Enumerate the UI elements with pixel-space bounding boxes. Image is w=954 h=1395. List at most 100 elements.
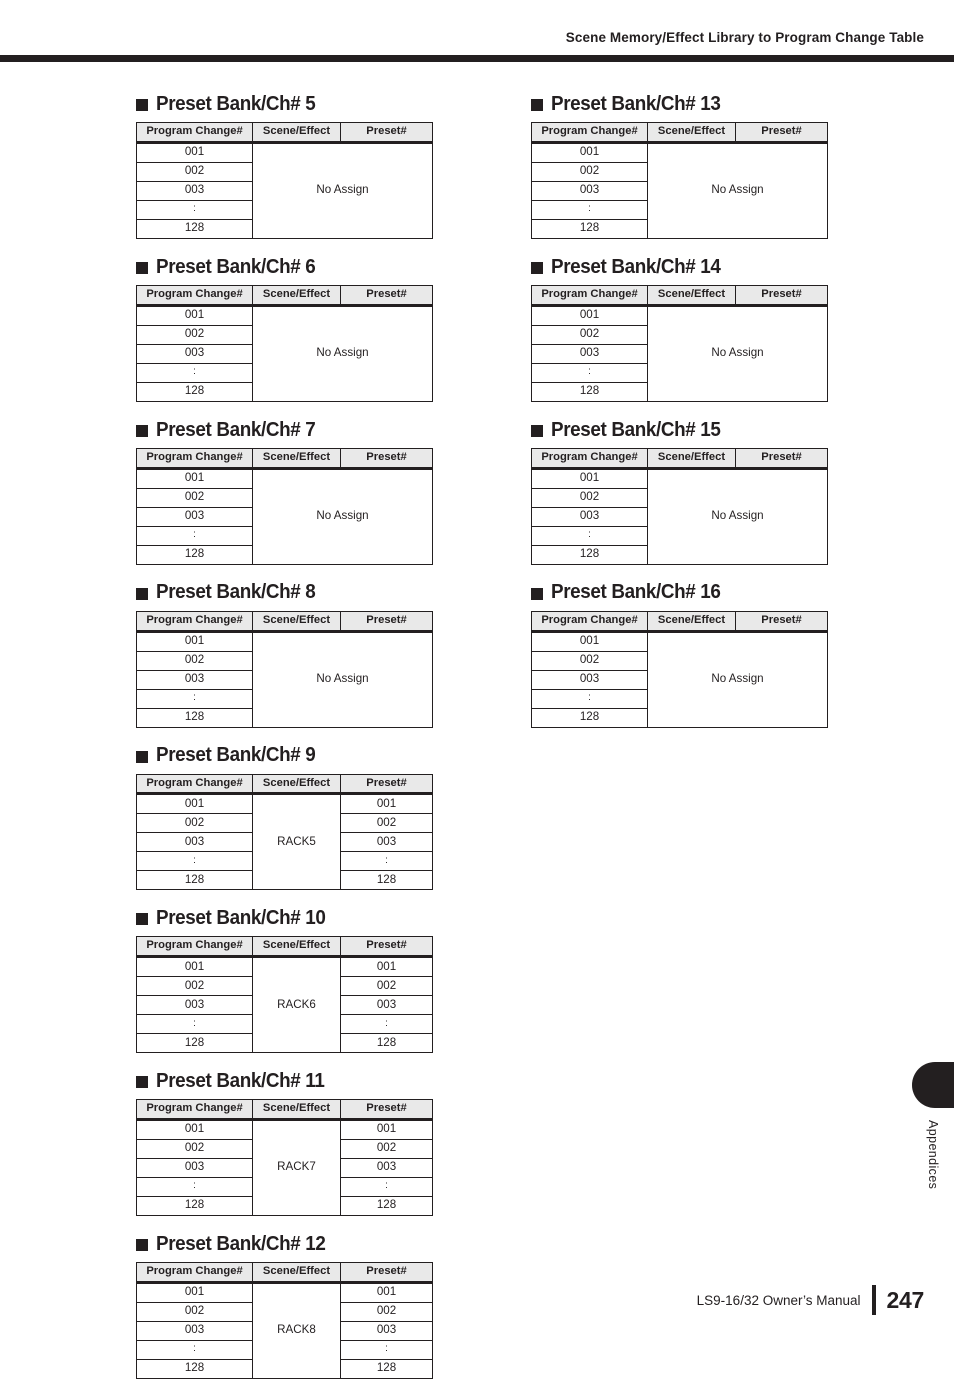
cell-program-change: 002 bbox=[136, 487, 253, 508]
cell-program-change: 128 bbox=[531, 218, 648, 239]
cell-program-change: 002 bbox=[531, 487, 648, 508]
col-header-program-change: Program Change# bbox=[531, 284, 648, 307]
cell-program-change: 001 bbox=[531, 630, 648, 652]
section-heading: Preset Bank/Ch# 13 bbox=[531, 92, 831, 116]
section-title: Preset Bank/Ch# 9 bbox=[156, 743, 316, 767]
col-header-scene-effect: Scene/Effect bbox=[252, 122, 341, 144]
cell-preset: 003 bbox=[340, 1321, 433, 1341]
cell-program-change: 128 bbox=[136, 1196, 253, 1217]
preset-bank-section: Preset Bank/Ch# 15 Program Change# Scene/E… bbox=[531, 418, 831, 565]
preset-bank-section: Preset Bank/Ch# 8 Program Change# Scene/Ef… bbox=[136, 581, 436, 728]
cell-program-change: 002 bbox=[136, 1302, 253, 1322]
table-header-row: Program Change# Scene/Effect Preset# bbox=[136, 1262, 433, 1284]
col-header-scene-effect: Scene/Effect bbox=[647, 122, 736, 144]
cell-preset: 128 bbox=[340, 1196, 433, 1217]
section-heading: Preset Bank/Ch# 16 bbox=[531, 581, 831, 605]
cell-preset: 002 bbox=[340, 1302, 433, 1322]
program-change-table: Program Change# Scene/Effect Preset# 001 No … bbox=[136, 610, 433, 728]
col-header-program-change: Program Change# bbox=[136, 936, 253, 959]
cell-program-change: : bbox=[136, 1014, 253, 1035]
table-header-row: Program Change# Scene/Effect Preset# bbox=[136, 1099, 433, 1122]
cell-program-change: 003 bbox=[531, 343, 648, 364]
filled-square-icon bbox=[531, 261, 543, 274]
cell-program-change: 128 bbox=[136, 870, 253, 891]
table-row: 001 No Assign bbox=[136, 630, 433, 728]
preset-bank-section: Preset Bank/Ch# 13 Program Change# Scene/E… bbox=[531, 92, 831, 239]
col-header-program-change: Program Change# bbox=[136, 284, 253, 307]
table-row: 001 RACK8 001 bbox=[136, 1282, 433, 1379]
cell-program-change: 128 bbox=[136, 1359, 253, 1379]
preset-bank-section: Preset Bank/Ch# 12 Program Change# Scene/E… bbox=[136, 1232, 436, 1379]
col-header-preset: Preset# bbox=[340, 1262, 433, 1284]
preset-bank-section: Preset Bank/Ch# 6 Program Change# Scene/Ef… bbox=[136, 255, 436, 402]
cell-preset: 128 bbox=[340, 1359, 433, 1379]
program-change-table: Program Change# Scene/Effect Preset# 001 No … bbox=[136, 284, 433, 402]
filled-square-icon bbox=[136, 261, 148, 274]
cell-program-change: 001 bbox=[136, 1282, 253, 1303]
col-header-preset: Preset# bbox=[340, 936, 433, 959]
cell-preset: : bbox=[340, 1340, 433, 1360]
cell-preset: 128 bbox=[340, 870, 433, 891]
cell-preset: 128 bbox=[340, 1033, 433, 1054]
table-header-row: Program Change# Scene/Effect Preset# bbox=[136, 936, 433, 959]
cell-scene-effect: No Assign bbox=[647, 305, 828, 402]
table-header-row: Program Change# Scene/Effect Preset# bbox=[531, 122, 828, 144]
cell-program-change: 002 bbox=[136, 650, 253, 671]
preset-bank-section: Preset Bank/Ch# 9 Program Change# Scene/Ef… bbox=[136, 744, 436, 891]
left-column: Preset Bank/Ch# 5 Program Change# Scene/Ef… bbox=[136, 92, 436, 1395]
cell-program-change: 003 bbox=[136, 1321, 253, 1341]
footer-manual-title: LS9-16/32 Owner’s Manual bbox=[696, 1292, 861, 1308]
program-change-table: Program Change# Scene/Effect Preset# 001 RAC… bbox=[136, 1099, 433, 1217]
cell-preset: 001 bbox=[340, 1282, 433, 1303]
cell-program-change: : bbox=[531, 688, 648, 709]
cell-program-change: 003 bbox=[531, 669, 648, 690]
cell-scene-effect: No Assign bbox=[252, 142, 433, 239]
table-row: 001 No Assign bbox=[531, 467, 828, 565]
cell-program-change: 003 bbox=[136, 669, 253, 690]
section-heading: Preset Bank/Ch# 7 bbox=[136, 418, 436, 442]
filled-square-icon bbox=[136, 1076, 148, 1089]
table-header-row: Program Change# Scene/Effect Preset# bbox=[136, 773, 433, 796]
filled-square-icon bbox=[136, 913, 148, 926]
table-header-row: Program Change# Scene/Effect Preset# bbox=[531, 447, 828, 470]
cell-program-change: 001 bbox=[136, 956, 253, 978]
cell-program-change: 128 bbox=[136, 381, 253, 402]
cell-program-change: 003 bbox=[136, 180, 253, 201]
cell-program-change: 003 bbox=[136, 1158, 253, 1179]
col-header-scene-effect: Scene/Effect bbox=[252, 284, 341, 307]
preset-bank-section: Preset Bank/Ch# 14 Program Change# Scene/E… bbox=[531, 255, 831, 402]
table-header-row: Program Change# Scene/Effect Preset# bbox=[531, 284, 828, 307]
cell-program-change: 128 bbox=[136, 1033, 253, 1054]
cell-scene-effect: No Assign bbox=[252, 631, 433, 728]
cell-program-change: : bbox=[136, 688, 253, 709]
cell-program-change: 002 bbox=[136, 976, 253, 997]
section-title: Preset Bank/Ch# 8 bbox=[156, 580, 316, 604]
table-row: 001 RACK6 001 bbox=[136, 956, 433, 1054]
program-change-table: Program Change# Scene/Effect Preset# 001 No … bbox=[531, 122, 828, 239]
section-title: Preset Bank/Ch# 10 bbox=[156, 906, 326, 930]
section-heading: Preset Bank/Ch# 6 bbox=[136, 255, 436, 279]
col-header-scene-effect: Scene/Effect bbox=[252, 610, 341, 633]
filled-square-icon bbox=[531, 424, 543, 437]
section-heading: Preset Bank/Ch# 12 bbox=[136, 1232, 436, 1256]
filled-square-icon bbox=[531, 587, 543, 600]
col-header-program-change: Program Change# bbox=[136, 447, 253, 470]
col-header-preset: Preset# bbox=[340, 284, 433, 307]
col-header-program-change: Program Change# bbox=[136, 122, 253, 144]
section-title: Preset Bank/Ch# 6 bbox=[156, 254, 316, 278]
table-row: 001 No Assign bbox=[136, 467, 433, 565]
program-change-table: Program Change# Scene/Effect Preset# 001 No … bbox=[136, 447, 433, 565]
cell-program-change: : bbox=[531, 362, 648, 383]
preset-bank-section: Preset Bank/Ch# 16 Program Change# Scene/E… bbox=[531, 581, 831, 728]
cell-program-change: 003 bbox=[136, 343, 253, 364]
col-header-scene-effect: Scene/Effect bbox=[252, 773, 341, 796]
col-header-scene-effect: Scene/Effect bbox=[252, 1262, 341, 1284]
filled-square-icon bbox=[136, 750, 148, 763]
cell-program-change: 002 bbox=[136, 1139, 253, 1160]
col-header-scene-effect: Scene/Effect bbox=[252, 447, 341, 470]
table-header-row: Program Change# Scene/Effect Preset# bbox=[531, 610, 828, 633]
cell-scene-effect: RACK7 bbox=[252, 1119, 341, 1217]
table-row: 001 No Assign bbox=[531, 304, 828, 402]
col-header-preset: Preset# bbox=[340, 447, 433, 470]
cell-program-change: : bbox=[531, 199, 648, 220]
